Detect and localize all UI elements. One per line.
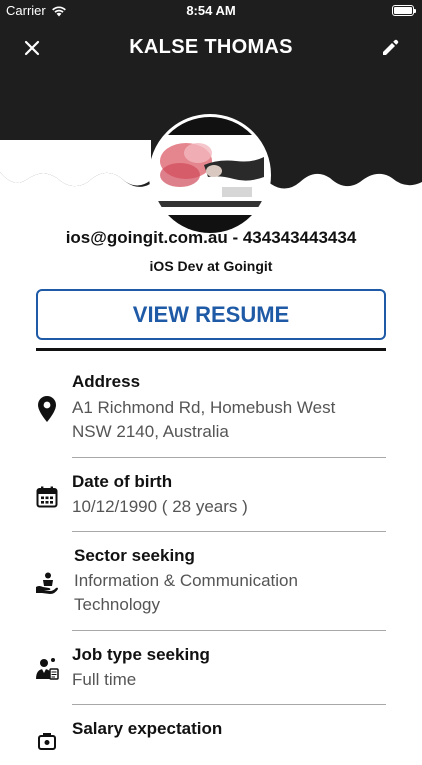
list-item-job-type-seeking: Job type seeking Full time bbox=[0, 631, 422, 705]
job-type-seeking-label: Job type seeking bbox=[72, 645, 210, 664]
view-resume-button[interactable]: VIEW RESUME bbox=[36, 289, 386, 340]
calendar-icon bbox=[34, 484, 60, 510]
list-item-date-of-birth: Date of birth 10/12/1990 ( 28 years ) bbox=[0, 458, 422, 532]
salary-icon bbox=[34, 729, 60, 755]
date-of-birth-label: Date of birth bbox=[72, 472, 173, 491]
sector-seeking-label: Sector seeking bbox=[74, 546, 195, 565]
edit-button[interactable] bbox=[376, 34, 404, 62]
contact-info: ios@goingit.com.au - 434343443434 bbox=[65, 228, 357, 247]
job-type-icon bbox=[34, 656, 60, 682]
sector-icon bbox=[34, 570, 60, 596]
date-of-birth-value: 10/12/1990 ( 28 years ) bbox=[72, 497, 248, 516]
status-time: 8:54 AM bbox=[186, 3, 236, 18]
job-type-seeking-value: Full time bbox=[72, 670, 137, 689]
list-item-sector-seeking: Sector seeking Information & Communicati… bbox=[0, 532, 422, 631]
profile-avatar[interactable] bbox=[149, 114, 271, 236]
salary-expectation-label: Salary expectation bbox=[72, 719, 223, 738]
list-item-salary-expectation: Salary expectation bbox=[0, 705, 422, 765]
details-list: Address A1 Richmond Rd, Homebush West NS… bbox=[0, 351, 422, 765]
job-role: iOS Dev at Goingit bbox=[149, 258, 273, 274]
battery-icon bbox=[392, 5, 416, 16]
profile-header: KALSE THOMAS bbox=[0, 22, 422, 236]
status-bar: Carrier 8:54 AM bbox=[0, 0, 422, 22]
sector-seeking-value: Information & Communication Technology bbox=[74, 571, 298, 614]
map-pin-icon bbox=[34, 396, 60, 422]
address-label: Address bbox=[72, 372, 141, 391]
close-button[interactable] bbox=[18, 34, 46, 62]
list-item-address: Address A1 Richmond Rd, Homebush West NS… bbox=[0, 351, 422, 458]
profile-name: KALSE THOMAS bbox=[129, 36, 293, 58]
close-icon bbox=[24, 40, 40, 56]
avatar-photo bbox=[152, 117, 268, 233]
address-value: A1 Richmond Rd, Homebush West NSW 2140, … bbox=[72, 398, 336, 441]
pencil-icon bbox=[383, 39, 399, 55]
